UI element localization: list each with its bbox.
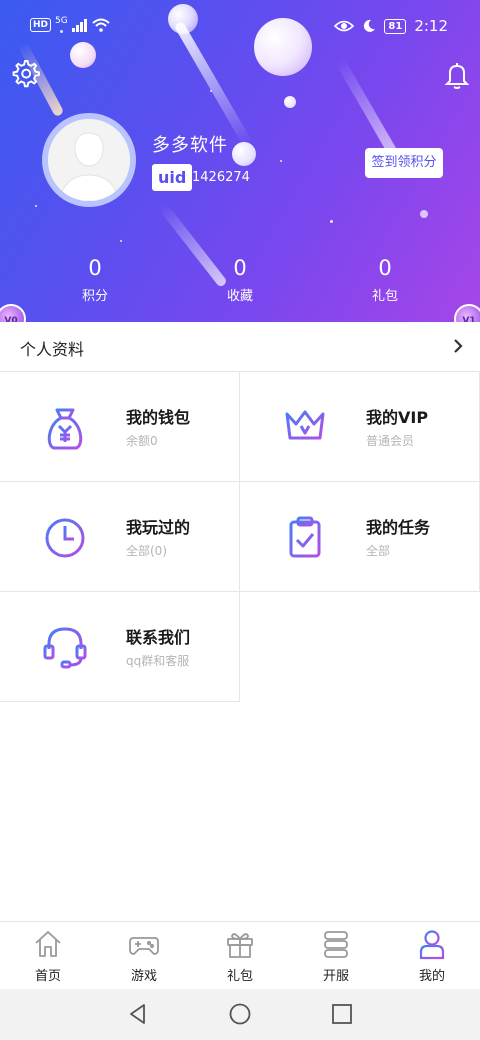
nav-label: 礼包	[226, 969, 253, 984]
nav-home[interactable]: 首页	[0, 922, 96, 990]
stat-favorites[interactable]: 0 收藏	[200, 255, 280, 304]
wifi-icon	[92, 18, 110, 32]
hd-indicator: HD	[30, 18, 52, 32]
tile-subtitle: 普通会员	[366, 434, 415, 448]
bell-icon[interactable]	[442, 60, 472, 90]
checkin-button[interactable]: 签到领积分	[365, 148, 443, 178]
avatar[interactable]	[42, 113, 136, 207]
star-decoration	[120, 240, 122, 242]
tasks-tile[interactable]: 我的任务 全部	[240, 482, 480, 592]
tile-subtitle: 全部(0)	[126, 544, 167, 558]
tile-title: 我的钱包	[126, 408, 191, 427]
moon-icon	[364, 19, 376, 32]
nav-label: 我的	[418, 969, 445, 984]
played-tile[interactable]: 我玩过的 全部(0)	[0, 482, 240, 592]
clipboard-check-icon	[289, 516, 321, 558]
uid-value: 1426274	[192, 170, 250, 185]
nav-games[interactable]: 游戏	[96, 922, 192, 990]
star-decoration	[330, 220, 333, 223]
battery-indicator: 81	[384, 18, 407, 34]
signal-icon	[71, 18, 87, 32]
stat-gifts[interactable]: 0 礼包	[345, 255, 425, 304]
network-type: 5G	[55, 16, 68, 26]
crown-icon	[285, 410, 325, 446]
person-icon	[419, 930, 445, 960]
gift-icon	[227, 933, 253, 958]
stat-label: 礼包	[371, 289, 398, 304]
tile-title: 我的VIP	[366, 408, 429, 427]
tile-subtitle: 全部	[366, 544, 391, 558]
server-icon	[324, 931, 348, 958]
tile-title: 联系我们	[126, 628, 191, 647]
tile-subtitle: qq群和客服	[126, 654, 190, 668]
nav-label: 游戏	[130, 969, 157, 984]
planet-decoration	[232, 142, 256, 166]
system-nav-bar	[0, 989, 480, 1040]
star-decoration	[420, 210, 428, 218]
gear-icon[interactable]	[10, 58, 40, 88]
contact-tile[interactable]: 联系我们 qq群和客服	[0, 592, 240, 702]
wallet-tile[interactable]: 我的钱包 余额0	[0, 372, 240, 482]
clock-icon	[45, 518, 85, 558]
stat-value: 0	[378, 256, 392, 280]
stat-value: 0	[233, 256, 247, 280]
bottom-nav: 首页 游戏 礼包 开服 我的	[0, 921, 480, 989]
planet-decoration	[284, 96, 296, 108]
home-icon	[35, 931, 61, 957]
uid-label: uid	[152, 164, 193, 191]
personal-info-label: 个人资料	[20, 340, 85, 359]
home-circle-icon[interactable]	[228, 1002, 252, 1026]
headset-icon	[43, 627, 87, 669]
back-icon[interactable]	[126, 1002, 150, 1026]
nav-mine[interactable]: 我的	[384, 922, 480, 990]
chevron-right-icon	[454, 339, 463, 353]
star-decoration	[280, 160, 282, 162]
profile-header: HD 5G 81 2:12 多多软件 uid 1426274 签到领积分 0 积…	[0, 0, 480, 322]
stat-points[interactable]: 0 积分	[55, 255, 135, 304]
tile-subtitle: 余额0	[126, 434, 158, 448]
star-decoration	[35, 205, 37, 207]
tile-title: 我的任务	[366, 518, 431, 537]
default-avatar-icon	[48, 119, 130, 201]
vip-tile[interactable]: 我的VIP 普通会员	[240, 372, 480, 482]
nav-label: 开服	[322, 969, 349, 984]
nav-label: 首页	[34, 969, 61, 984]
eye-icon	[334, 20, 355, 32]
nav-gifts[interactable]: 礼包	[192, 922, 288, 990]
money-bag-icon	[47, 408, 83, 450]
stat-label: 收藏	[226, 289, 253, 304]
status-bar: HD 5G 81 2:12	[0, 0, 480, 54]
nav-servers[interactable]: 开服	[288, 922, 384, 990]
clock-time: 2:12	[414, 17, 448, 35]
gamepad-icon	[129, 937, 159, 955]
stat-label: 积分	[81, 289, 108, 304]
recents-icon[interactable]	[330, 1002, 354, 1026]
tile-title: 我玩过的	[126, 518, 191, 537]
stat-value: 0	[88, 256, 102, 280]
username: 多多软件	[152, 135, 228, 156]
personal-info-row[interactable]: 个人资料	[0, 322, 480, 372]
